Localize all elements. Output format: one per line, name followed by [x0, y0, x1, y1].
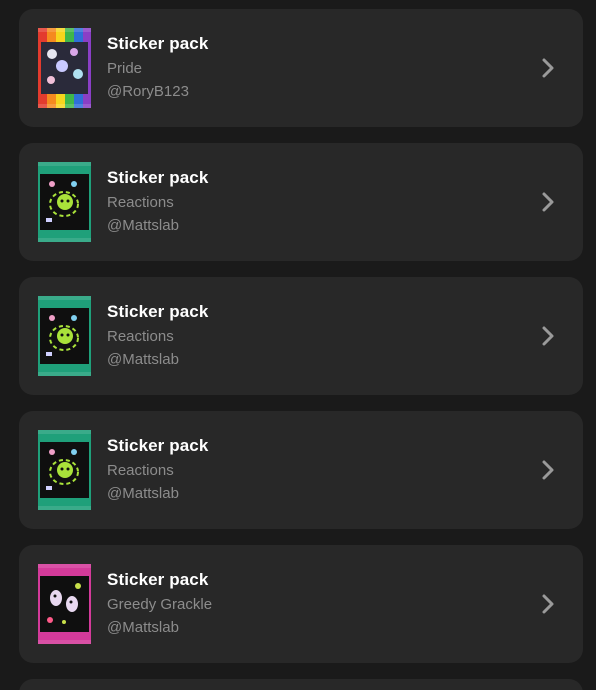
sticker-pack-card-greedy-grackle[interactable]: Sticker pack Greedy Grackle @Mattslab [19, 545, 583, 663]
sticker-pack-card-reactions[interactable]: Sticker pack Reactions @Mattslab [19, 411, 583, 529]
greedy-grackle-pack-icon [38, 564, 91, 644]
card-subtitle: Greedy Grackle [107, 596, 213, 613]
card-title: Sticker pack [107, 570, 209, 589]
reactions-pack-icon [38, 296, 91, 376]
sticker-pack-list: Sticker pack Pride @RoryB123 Sticker pac… [0, 0, 596, 690]
chevron-right-icon [542, 58, 554, 78]
reactions-pack-icon [38, 162, 91, 242]
sticker-pack-card-pride[interactable]: Sticker pack Pride @RoryB123 [19, 9, 583, 127]
card-subtitle: Reactions [107, 194, 174, 211]
chevron-right-icon [542, 192, 554, 212]
chevron-right-icon [542, 326, 554, 346]
card-subtitle: Pride [107, 60, 143, 77]
reactions-pack-icon [38, 430, 91, 510]
card-author: @Mattslab [107, 351, 179, 368]
chevron-right-icon [542, 460, 554, 480]
card-author: @Mattslab [107, 485, 179, 502]
pride-pack-icon [38, 28, 91, 108]
card-subtitle: Reactions [107, 328, 174, 345]
card-author: @RoryB123 [107, 83, 189, 100]
card-subtitle: Reactions [107, 462, 174, 479]
chevron-right-icon [542, 594, 554, 614]
sticker-pack-card-reactions[interactable]: Sticker pack Reactions @Mattslab [19, 277, 583, 395]
card-title: Sticker pack [107, 436, 209, 455]
sticker-pack-card-reactions[interactable]: Sticker pack Reactions @Mattslab [19, 143, 583, 261]
sticker-pack-card-partial[interactable] [19, 679, 583, 690]
card-title: Sticker pack [107, 302, 209, 321]
card-author: @Mattslab [107, 217, 179, 234]
card-author: @Mattslab [107, 619, 179, 636]
card-title: Sticker pack [107, 34, 209, 53]
card-title: Sticker pack [107, 168, 209, 187]
